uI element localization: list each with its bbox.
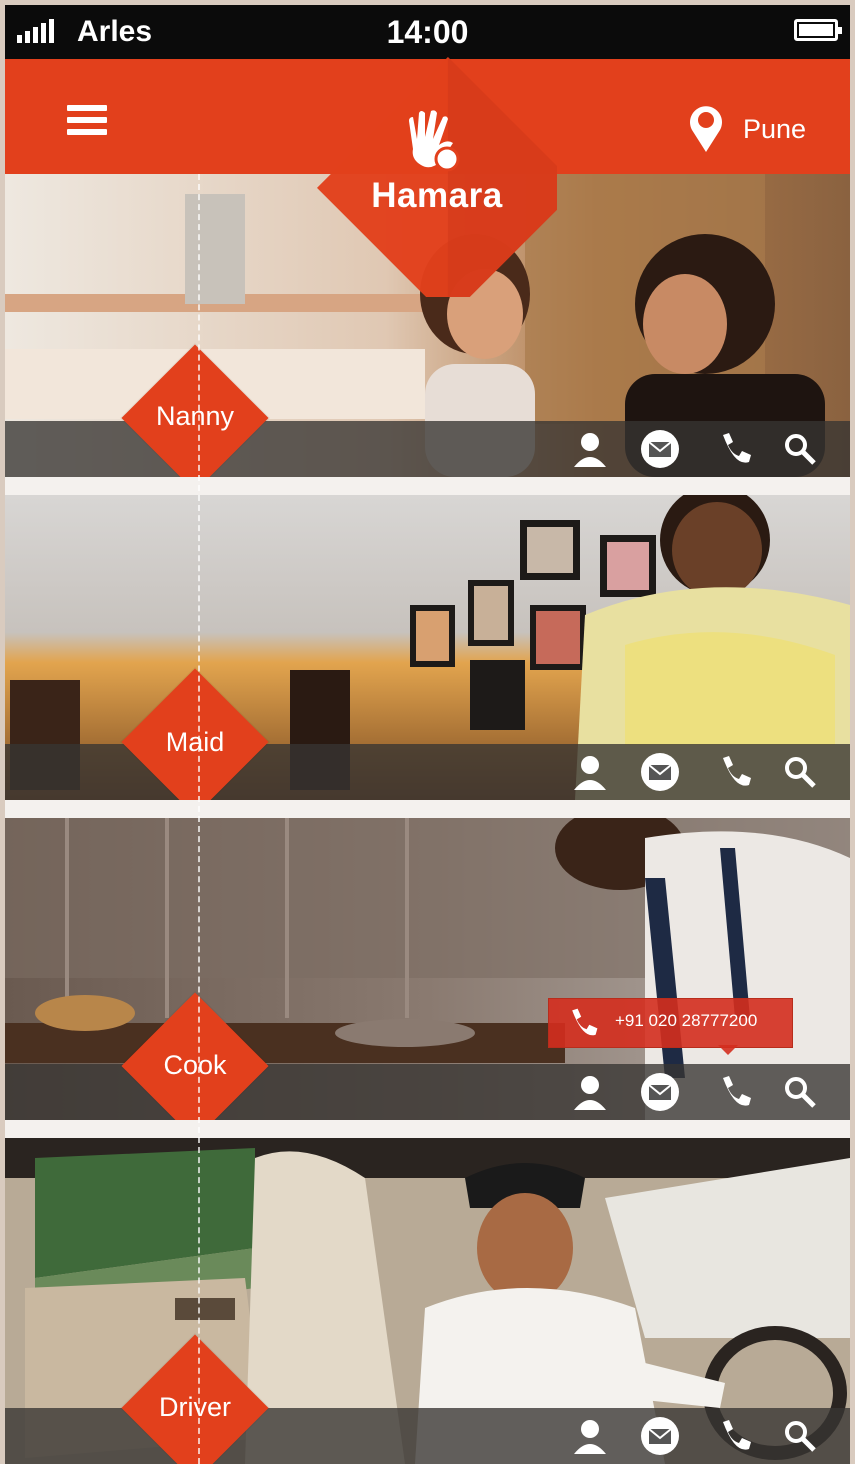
profile-icon[interactable] xyxy=(570,429,610,469)
category-row-maid[interactable]: Maid xyxy=(5,495,850,800)
status-time: 14:00 xyxy=(386,14,469,50)
category-connector-line xyxy=(198,174,200,1464)
category-label-nanny[interactable]: Nanny xyxy=(105,401,285,432)
mail-icon[interactable] xyxy=(640,429,680,469)
row-divider xyxy=(5,477,850,495)
category-row-cook[interactable]: Cook xyxy=(5,818,850,1120)
brand-name: Hamara xyxy=(371,176,503,215)
category-row-driver[interactable]: Driver xyxy=(5,1138,850,1464)
category-label-cook[interactable]: Cook xyxy=(105,1050,285,1081)
app-screen: Arles 14:00 Pune Nanny Maid Cook +91 020… xyxy=(5,5,850,1464)
search-icon[interactable] xyxy=(780,752,820,792)
profile-icon[interactable] xyxy=(570,1416,610,1456)
phone-icon xyxy=(572,1008,598,1036)
phone-icon[interactable] xyxy=(715,1416,755,1456)
menu-icon xyxy=(67,105,107,111)
search-icon[interactable] xyxy=(780,1072,820,1112)
mail-icon[interactable] xyxy=(640,1072,680,1112)
location-pin-icon[interactable] xyxy=(687,102,725,154)
hand-logo-icon[interactable] xyxy=(403,109,467,175)
category-label-maid[interactable]: Maid xyxy=(105,727,285,758)
status-bar: Arles 14:00 xyxy=(5,5,850,59)
phone-icon[interactable] xyxy=(715,429,755,469)
phone-icon[interactable] xyxy=(715,1072,755,1112)
row-divider xyxy=(5,800,850,818)
category-label-driver[interactable]: Driver xyxy=(105,1392,285,1423)
menu-button[interactable] xyxy=(67,105,107,139)
mail-icon[interactable] xyxy=(640,752,680,792)
call-number-tooltip[interactable]: +91 020 28777200 xyxy=(548,998,793,1055)
profile-icon[interactable] xyxy=(570,752,610,792)
city-selector[interactable]: Pune xyxy=(743,114,806,145)
search-icon[interactable] xyxy=(780,429,820,469)
search-icon[interactable] xyxy=(780,1416,820,1456)
call-number: +91 020 28777200 xyxy=(615,1011,758,1030)
profile-icon[interactable] xyxy=(570,1072,610,1112)
battery-icon xyxy=(794,19,842,41)
mail-icon[interactable] xyxy=(640,1416,680,1456)
phone-icon[interactable] xyxy=(715,752,755,792)
row-divider xyxy=(5,1120,850,1138)
